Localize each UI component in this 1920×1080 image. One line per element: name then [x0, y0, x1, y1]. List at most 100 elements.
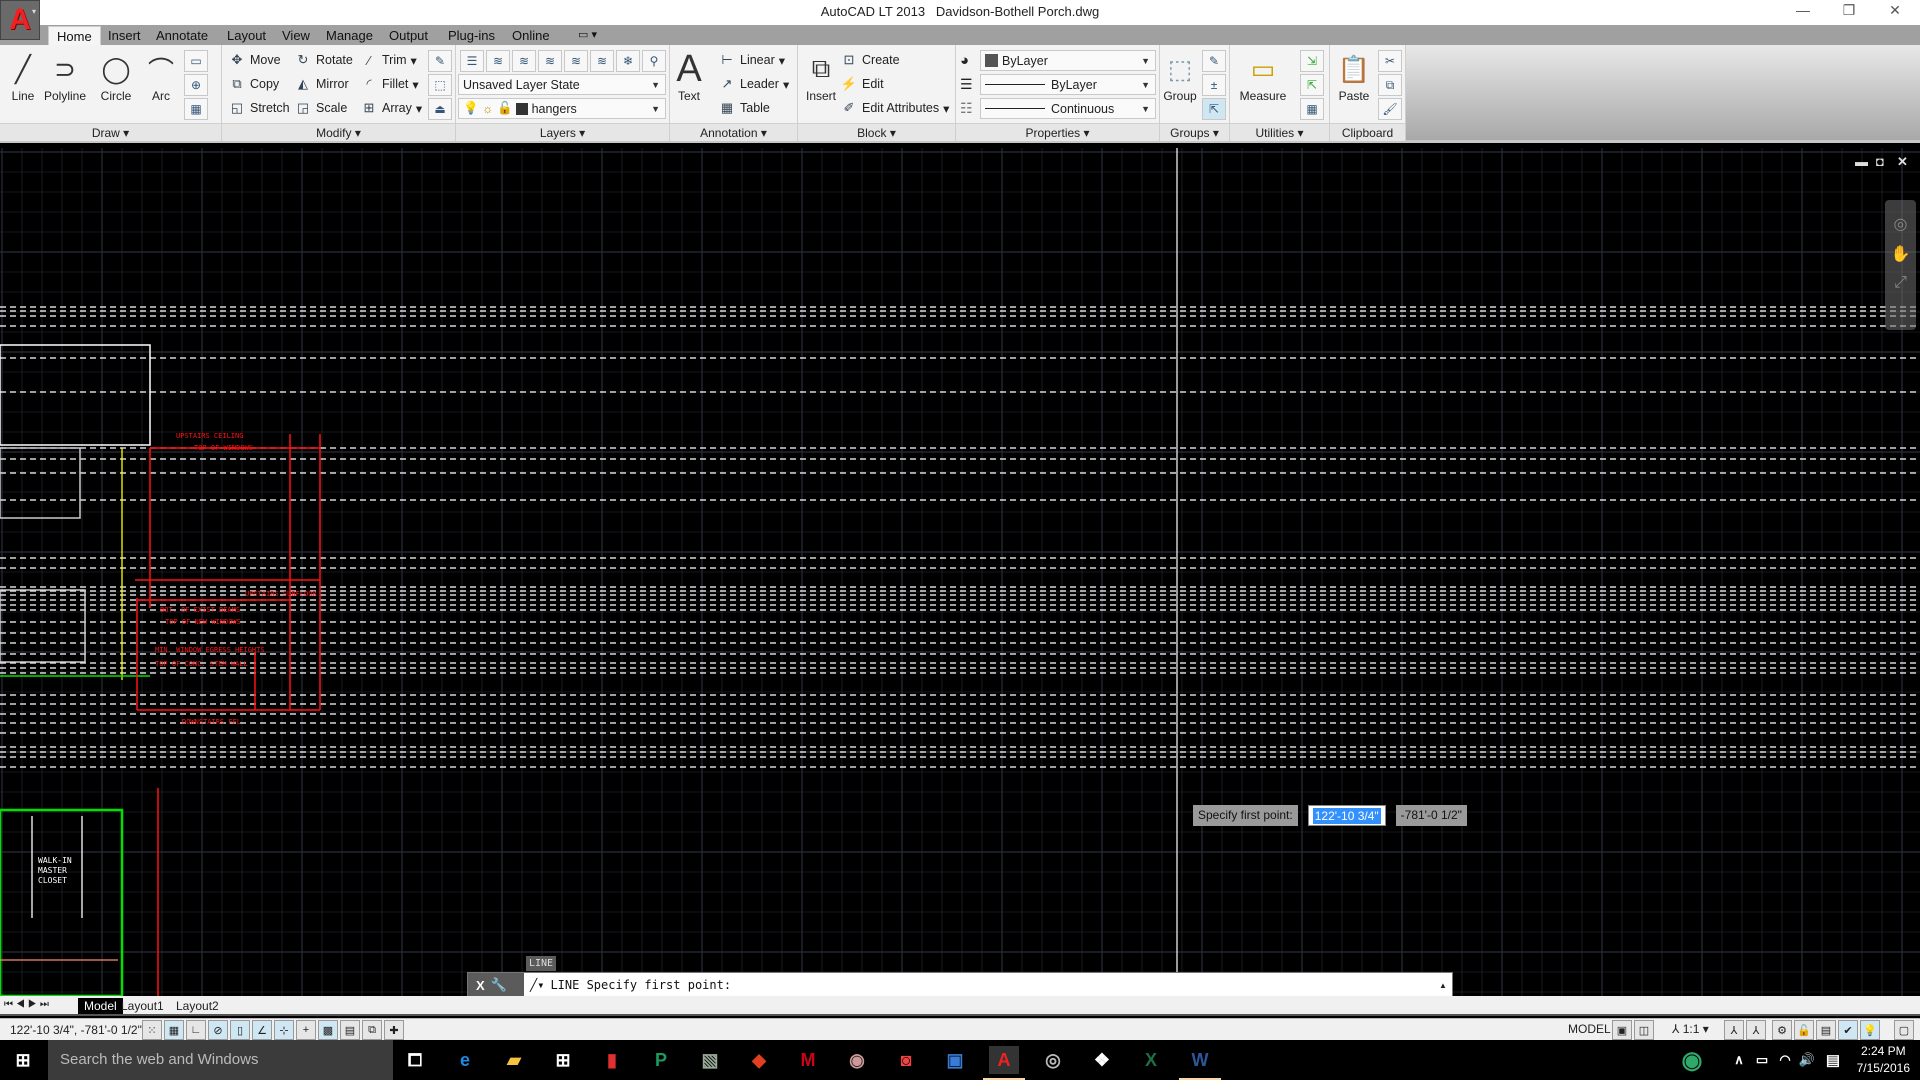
close-button[interactable]: ✕	[1872, 2, 1918, 22]
snagit-button[interactable]: ◆	[744, 1046, 774, 1074]
tab-plug-ins[interactable]: Plug-ins	[440, 26, 503, 45]
dynamic-ucs-toggle[interactable]: ⊹	[274, 1020, 294, 1040]
application-menu-button[interactable]: A ▾	[0, 0, 40, 40]
restore-button[interactable]: ❐	[1826, 2, 1872, 22]
group-selection-button[interactable]: ⇱	[1202, 98, 1226, 120]
rectangle-button[interactable]: ▭	[184, 50, 208, 72]
erase-button[interactable]: ✎	[428, 50, 452, 72]
panel-title-block[interactable]: Block ▾	[798, 123, 955, 141]
edge-button[interactable]: e	[450, 1046, 480, 1074]
hardware-acceleration-button[interactable]: ▤	[1816, 1020, 1836, 1040]
grid-toggle[interactable]: ▦	[164, 1020, 184, 1040]
tab-home[interactable]: Home	[48, 26, 101, 45]
viewport-minimize-button[interactable]: ▬	[1855, 154, 1868, 169]
stretch-button[interactable]: ◱ Stretch	[228, 98, 290, 118]
panel-title-layers[interactable]: Layers ▾	[456, 123, 669, 141]
group-edit-button[interactable]: ✎	[1202, 50, 1226, 72]
minimize-ribbon-button[interactable]: ▭ ▾	[570, 26, 605, 45]
panel-title-properties[interactable]: Properties ▾	[956, 123, 1159, 141]
annotation-visibility-button[interactable]: ⅄	[1724, 1020, 1744, 1040]
quick-view-layouts-button[interactable]: ▣	[1612, 1020, 1632, 1040]
panel-title-groups[interactable]: Groups ▾	[1160, 123, 1229, 141]
linetype-dropdown[interactable]: Continuous ▼	[980, 98, 1156, 119]
mirror-button[interactable]: ◭ Mirror	[294, 74, 349, 94]
insert-block-button[interactable]: ⧉ Insert	[798, 49, 844, 119]
minimize-button[interactable]: —	[1780, 2, 1826, 22]
group-button[interactable]: ⬚ Group	[1160, 49, 1200, 119]
selection-cycling-toggle[interactable]: ⧉	[362, 1020, 382, 1040]
create-block-button[interactable]: ⊡ Create	[840, 50, 900, 70]
layout-nav-arrows[interactable]: ⏮◀▶⏭	[4, 999, 52, 1010]
tab-manage[interactable]: Manage	[318, 26, 381, 45]
offset-button[interactable]: ⏏	[428, 98, 452, 120]
snap-toggle[interactable]: ⁙	[142, 1020, 162, 1040]
panel-title-annotation[interactable]: Annotation ▾	[670, 123, 797, 141]
tray-app-button[interactable]: ◉	[1677, 1046, 1707, 1074]
linear-dimension-button[interactable]: ⊢ Linear ▾	[718, 50, 785, 70]
cut-button[interactable]: ✂	[1378, 50, 1402, 72]
ortho-toggle[interactable]: ∟	[186, 1020, 206, 1040]
match-properties-button[interactable]: 🖌	[1378, 98, 1402, 120]
autocad-taskbar-button[interactable]: A	[983, 1046, 1025, 1080]
osnap-toggle[interactable]: ▯	[230, 1020, 250, 1040]
layer-isolate-button[interactable]: ≋	[564, 50, 588, 72]
pan-hand-icon[interactable]: ✋	[1885, 244, 1916, 264]
layer-unisolate-button[interactable]: ≋	[590, 50, 614, 72]
panel-title-draw[interactable]: Draw ▾	[0, 123, 221, 141]
calculator-button[interactable]: ▦	[1300, 98, 1324, 120]
lineweight-dropdown[interactable]: ByLayer ▼	[980, 74, 1156, 95]
action-center-icon[interactable]: ▤	[1818, 1046, 1848, 1074]
move-button[interactable]: ✥ Move	[228, 50, 281, 70]
tab-layout1[interactable]: Layout1	[115, 998, 170, 1014]
leader-button[interactable]: ↗ Leader ▾	[718, 74, 790, 94]
model-space-button[interactable]: MODEL	[1568, 1022, 1611, 1036]
reader-button[interactable]: ▮	[597, 1046, 627, 1074]
viewport-restore-button[interactable]: ◘	[1876, 154, 1884, 169]
steering-wheel-icon[interactable]: ◎	[1885, 214, 1916, 234]
explode-button[interactable]: ⬚	[428, 74, 452, 96]
quick-select-button[interactable]: ⇲	[1300, 50, 1324, 72]
tab-annotate[interactable]: Annotate	[148, 26, 216, 45]
wrench-icon[interactable]: 🔧	[491, 977, 507, 993]
layer-dropdown[interactable]: 💡 ☼ 🔓 hangers ▼	[458, 98, 666, 119]
tab-layout[interactable]: Layout	[219, 26, 274, 45]
quick-properties-toggle[interactable]: ▤	[340, 1020, 360, 1040]
trim-button[interactable]: ⁄ Trim ▾	[360, 50, 417, 70]
layer-freeze-button[interactable]: ❄	[616, 50, 640, 72]
dynamic-input-x-field[interactable]: 122'-10 3/4"	[1307, 805, 1386, 826]
layer-properties-button[interactable]: ☰	[460, 50, 484, 72]
annotation-scale-dropdown[interactable]: ⅄ 1:1 ▾	[1672, 1022, 1709, 1036]
group-add-remove-button[interactable]: ±	[1202, 74, 1226, 96]
command-line[interactable]: X 🔧 ╱▾ LINE Specify first point: ▲	[467, 972, 1453, 996]
camera-app-button[interactable]: ◉	[842, 1046, 872, 1074]
close-command-line-button[interactable]: X	[476, 978, 485, 993]
camera-button[interactable]: ◎	[1038, 1046, 1068, 1074]
drawing-canvas[interactable]: UPSTAIRS CEILING TOP OF WINDOWS UPSTAIRS S…	[0, 148, 1920, 996]
isolate-objects-button[interactable]: ✔	[1838, 1020, 1858, 1040]
tab-layout2[interactable]: Layout2	[170, 998, 225, 1014]
layer-match-button[interactable]: ≋	[486, 50, 510, 72]
annotation-monitor-toggle[interactable]: ✚	[384, 1020, 404, 1040]
publisher-button[interactable]: P	[646, 1046, 676, 1074]
layers-app-button[interactable]: ❖	[1087, 1046, 1117, 1074]
polar-toggle[interactable]: ⊘	[208, 1020, 228, 1040]
layer-state-dropdown[interactable]: Unsaved Layer State ▼	[458, 74, 666, 95]
store-button[interactable]: ⊞	[548, 1046, 578, 1074]
tab-insert[interactable]: Insert	[100, 26, 149, 45]
panel-title-utilities[interactable]: Utilities ▾	[1230, 123, 1329, 141]
ellipse-button[interactable]: ⊕	[184, 74, 208, 96]
copy-clip-button[interactable]: ⧉	[1378, 74, 1402, 96]
tab-online[interactable]: Online	[504, 26, 558, 45]
quick-view-drawings-button[interactable]: ◫	[1634, 1020, 1654, 1040]
navigation-bar[interactable]: ◎ ✋ ⤢	[1885, 200, 1916, 330]
tab-view[interactable]: View	[274, 26, 318, 45]
command-history-button[interactable]: ▲	[1434, 973, 1452, 996]
otrack-toggle[interactable]: ∠	[252, 1020, 272, 1040]
dynamic-input-y-field[interactable]: -781'-0 1/2"	[1395, 805, 1467, 826]
toolbar-lock-button[interactable]: 🔓	[1794, 1020, 1814, 1040]
tab-output[interactable]: Output	[381, 26, 436, 45]
text-button[interactable]: A Text	[672, 48, 706, 119]
viewport-close-button[interactable]: ✕	[1897, 154, 1908, 170]
task-view-button[interactable]: ⧠	[400, 1046, 430, 1074]
workspace-switching-button[interactable]: ⚙	[1772, 1020, 1792, 1040]
